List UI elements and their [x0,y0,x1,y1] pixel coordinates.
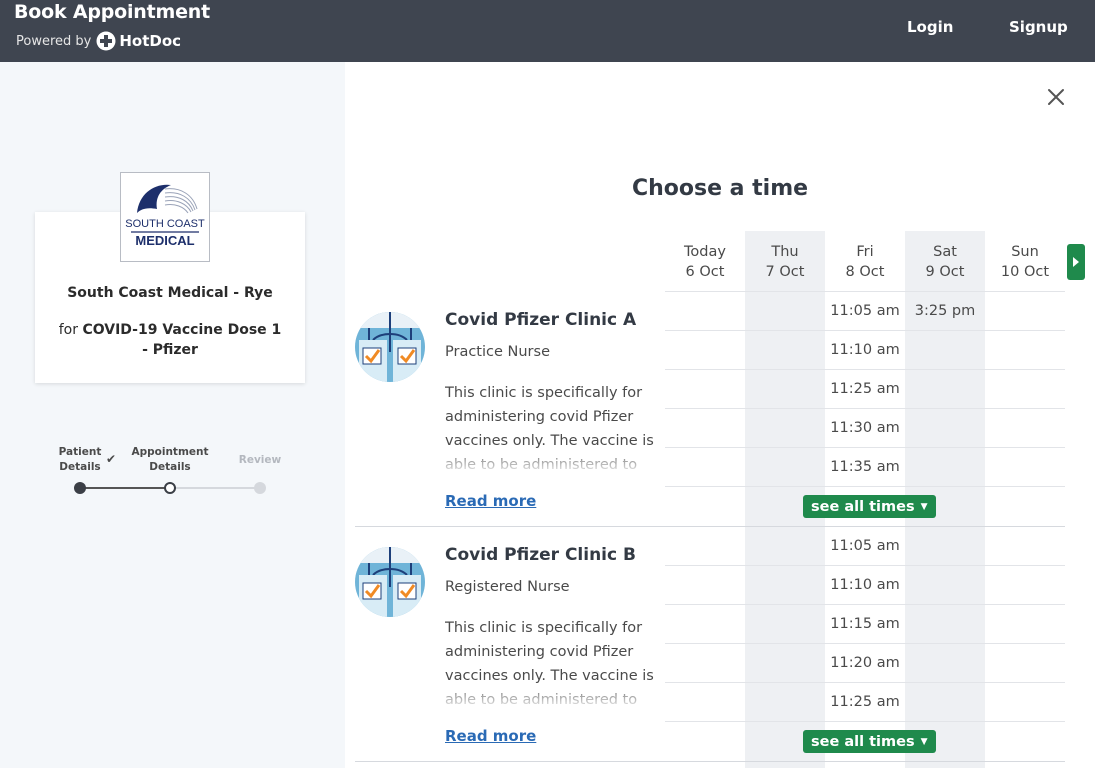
time-slot[interactable]: 11:15 am [825,605,905,643]
clinic-b-name: Covid Pfizer Clinic B [445,545,636,565]
clinic-b-read-more-link[interactable]: Read more [445,727,536,745]
practice-name: South Coast Medical - Rye [67,285,273,301]
step-appointment-details: Appointment Details [130,445,210,475]
clinic-a-read-more-link[interactable]: Read more [445,492,536,510]
clinic-divider [355,526,1065,527]
hotdoc-logo: HotDoc [96,31,181,51]
logo-text-medical: MEDICAL [135,233,194,248]
signup-link[interactable]: Signup [1009,18,1068,36]
clinic-a-role: Practice Nurse [445,344,550,360]
day-header-sun: Sun 10 Oct [985,242,1065,282]
time-slot[interactable]: 11:30 am [825,409,905,447]
progress-steps: Patient Details ✔ Appointment Details Re… [50,445,300,500]
vaccine-clinic-icon [355,312,425,382]
hotdoc-brand-name: HotDoc [119,32,182,50]
day-weekday: Today [684,244,726,260]
step-patient-details: Patient Details [56,445,104,475]
hotdoc-cross-icon [96,31,116,51]
step-1-label-line1: Patient [58,446,102,458]
row-divider [665,486,1065,487]
page-heading: Book Appointment [14,1,211,23]
clinic-b-see-all-times-button[interactable]: see all times ▼ [803,730,936,753]
step-3-label: Review [238,454,282,466]
vaccine-clinic-icon [355,547,425,617]
left-panel [0,62,345,768]
time-slot[interactable]: 11:25 am [825,683,905,721]
chevron-right-icon [1073,257,1079,267]
close-icon [1048,89,1064,105]
time-slot[interactable]: 11:05 am [825,527,905,565]
service-name: COVID-19 Vaccine Dose 1 - Pfizer [82,322,282,358]
powered-by-label: Powered by [16,33,92,49]
powered-by: Powered by HotDoc [16,31,181,51]
login-link[interactable]: Login [907,18,953,36]
caret-down-icon: ▼ [920,736,928,747]
day-header-thu: Thu 7 Oct [745,242,825,282]
step-review: Review [235,453,285,468]
clinic-a-see-all-times-button[interactable]: see all times ▼ [803,495,936,518]
step-1-dot [74,482,86,494]
step-2-label-line2: Details [149,461,191,473]
time-slot[interactable]: 11:05 am [825,292,905,330]
time-slot[interactable]: 3:25 pm [905,292,985,330]
day-header-today: Today 6 Oct [665,242,745,282]
time-slot[interactable]: 11:10 am [825,566,905,604]
day-date: 6 Oct [685,264,725,280]
close-button[interactable] [1044,85,1068,109]
practice-service: for COVID-19 Vaccine Dose 1 - Pfizer [55,320,285,360]
day-date: 8 Oct [845,264,885,280]
time-slot[interactable]: 11:35 am [825,448,905,486]
day-weekday: Sun [1011,244,1039,260]
time-slot[interactable]: 11:25 am [825,370,905,408]
service-prefix: for [58,322,78,338]
day-weekday: Sat [933,244,957,260]
clinic-a-description: This clinic is specifically for administ… [445,381,655,476]
logo-text-south-coast: SOUTH COAST [125,218,205,230]
time-slot[interactable]: 11:10 am [825,331,905,369]
time-slot[interactable]: 11:20 am [825,644,905,682]
step-connector-complete [80,487,170,489]
step-1-label-line2: Details [59,461,101,473]
clinic-a-avatar [355,312,425,382]
row-divider [665,721,1065,722]
clinic-b-description: This clinic is specifically for administ… [445,616,655,711]
step-connector-pending [174,487,258,489]
day-weekday: Thu [771,244,799,260]
clinic-a-name: Covid Pfizer Clinic A [445,310,637,330]
clinic-b-role: Registered Nurse [445,579,570,595]
choose-time-title: Choose a time [631,176,809,201]
south-coast-medical-logo-icon: SOUTH COAST MEDICAL [125,184,205,248]
step-2-dot [164,482,176,494]
practice-logo: SOUTH COAST MEDICAL [120,172,210,262]
step-3-dot [254,482,266,494]
see-all-label: see all times [811,498,915,515]
caret-down-icon: ▼ [920,501,928,512]
step-2-label-line1: Appointment [131,446,209,458]
day-date: 7 Oct [765,264,805,280]
day-header-fri: Fri 8 Oct [825,242,905,282]
clinic-b-avatar [355,547,425,617]
see-all-label: see all times [811,733,915,750]
day-date: 9 Oct [925,264,965,280]
top-bar: Book Appointment Powered by HotDoc Login… [0,0,1095,62]
checkmark-icon: ✔ [106,452,117,466]
day-header-sat: Sat 9 Oct [905,242,985,282]
day-date: 10 Oct [1000,264,1050,280]
clinic-divider [355,761,1065,762]
day-weekday: Fri [856,244,874,260]
next-days-button[interactable] [1067,244,1085,280]
